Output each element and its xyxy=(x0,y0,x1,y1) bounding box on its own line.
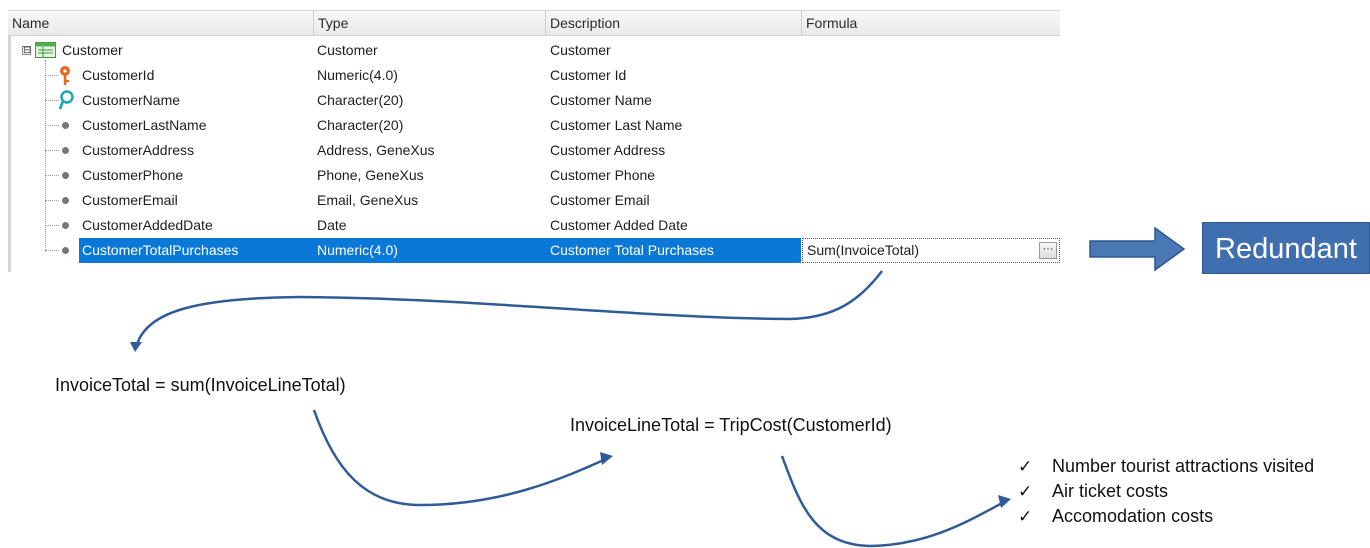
curved-arrow-tripcost xyxy=(780,455,1007,548)
list-item: ✓ Accomodation costs xyxy=(1018,506,1314,531)
checklist: ✓ Number tourist attractions visited ✓ Air… xyxy=(1018,456,1314,531)
curved-arrow-formula xyxy=(134,270,883,349)
list-item: ✓ Number tourist attractions visited xyxy=(1018,456,1314,481)
list-item-label: Air ticket costs xyxy=(1052,481,1169,501)
checkmark-icon: ✓ xyxy=(1018,482,1033,501)
redundant-label: Redundant xyxy=(1202,222,1370,274)
curved-arrow-invoice xyxy=(312,409,609,507)
arrowhead-icon xyxy=(998,495,1011,508)
list-item-label: Number tourist attractions visited xyxy=(1052,456,1315,476)
right-arrow-icon xyxy=(1089,226,1186,272)
arrowhead-icon xyxy=(600,452,613,465)
invoice-total-formula: InvoiceTotal = sum(InvoiceLineTotal) xyxy=(55,375,346,395)
list-item: ✓ Air ticket costs xyxy=(1018,481,1314,506)
invoice-line-total-formula: InvoiceLineTotal = TripCost(CustomerId) xyxy=(570,415,892,435)
checkmark-icon: ✓ xyxy=(1018,507,1033,526)
list-item-label: Accomodation costs xyxy=(1052,506,1214,526)
checkmark-icon: ✓ xyxy=(1018,457,1033,476)
arrowhead-icon xyxy=(130,342,142,352)
